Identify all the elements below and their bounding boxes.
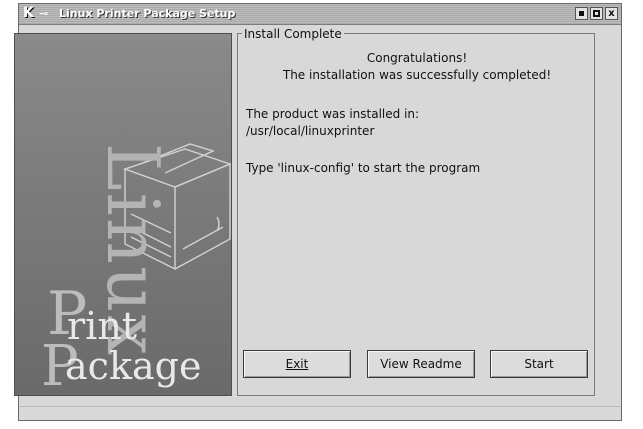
install-path: /usr/local/linuxprinter xyxy=(246,124,375,138)
view-readme-button[interactable]: View Readme xyxy=(367,350,475,378)
branding-panel: Linux P rint P ackage xyxy=(14,33,232,396)
maximize-icon xyxy=(593,10,600,17)
start-button[interactable]: Start xyxy=(490,350,588,378)
exit-button-label: Exit xyxy=(285,357,309,371)
window-title: Linux Printer Package Setup xyxy=(59,7,236,20)
close-button[interactable]: x xyxy=(605,7,618,20)
view-readme-button-label: View Readme xyxy=(380,357,462,371)
group-legend: Install Complete xyxy=(242,27,344,41)
start-hint: Type 'linux-config' to start the program xyxy=(246,161,481,175)
title-bar[interactable]: K ⊸ Linux Printer Package Setup x xyxy=(19,4,621,25)
close-icon: x xyxy=(608,8,615,19)
maximize-button[interactable] xyxy=(590,7,603,20)
message-area: Congratulations! The installation was su… xyxy=(246,40,588,390)
package-word: ackage xyxy=(65,344,202,388)
minimize-button[interactable] xyxy=(575,7,588,20)
start-button-label: Start xyxy=(524,357,554,371)
pin-icon[interactable]: ⊸ xyxy=(39,6,48,21)
congrats-text: Congratulations! xyxy=(366,51,468,65)
kde-menu-icon[interactable]: K xyxy=(23,6,37,21)
exit-button[interactable]: Exit xyxy=(243,350,351,378)
installed-in-label: The product was installed in: xyxy=(246,107,420,121)
success-text: The installation was successfully comple… xyxy=(282,68,552,82)
minimize-icon xyxy=(579,11,584,16)
window-bottom-edge xyxy=(19,406,621,421)
